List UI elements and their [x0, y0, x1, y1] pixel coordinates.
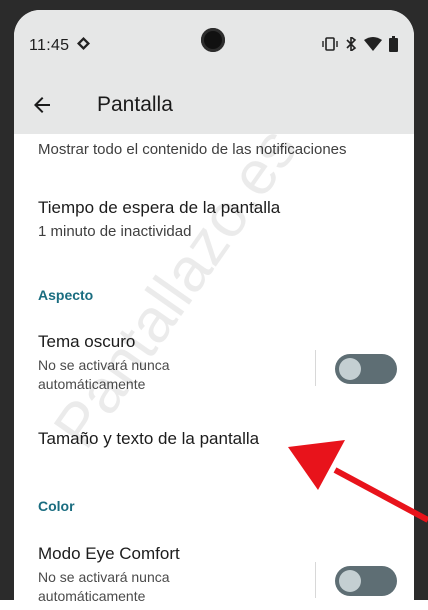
- dark-theme-toggle[interactable]: [335, 354, 397, 384]
- bluetooth-icon: [346, 37, 357, 51]
- notifications-item-title-cut: [38, 126, 208, 138]
- section-header-color: Color: [38, 498, 75, 514]
- back-arrow-icon[interactable]: [30, 93, 54, 117]
- status-time: 11:45: [29, 37, 70, 54]
- eye-comfort-subtitle: No se activará nunca automáticamente: [38, 569, 170, 604]
- text-size-title: Tamaño y texto de la pantalla: [38, 429, 260, 448]
- dark-theme-toggle-knob: [339, 358, 361, 380]
- battery-icon: [389, 36, 398, 52]
- eye-comfort-divider: [315, 562, 316, 598]
- eye-comfort-toggle-knob: [339, 570, 361, 592]
- screen-timeout-item[interactable]: Tiempo de espera de la pantalla 1 minuto…: [38, 198, 388, 241]
- status-icons: [322, 36, 398, 52]
- dark-theme-title: Tema oscuro: [38, 332, 136, 351]
- status-bar: 11:45: [14, 10, 414, 76]
- text-size-item[interactable]: Tamaño y texto de la pantalla: [38, 429, 388, 449]
- screen-timeout-subtitle: 1 minuto de inactividad: [38, 223, 192, 240]
- dark-theme-subtitle: No se activará nunca automáticamente: [38, 357, 170, 392]
- vibrate-icon: [322, 37, 338, 51]
- eye-comfort-title: Modo Eye Comfort: [38, 544, 180, 563]
- screen-timeout-title: Tiempo de espera de la pantalla: [38, 198, 281, 217]
- notifications-item[interactable]: Mostrar todo el contenido de las notific…: [38, 140, 388, 159]
- nfc-icon: [77, 37, 90, 50]
- dark-theme-divider: [315, 350, 316, 386]
- dark-theme-item[interactable]: Tema oscuro No se activará nunca automát…: [38, 332, 238, 394]
- page-title: Pantalla: [97, 93, 173, 116]
- notifications-item-subtitle: Mostrar todo el contenido de las notific…: [38, 141, 347, 158]
- screen: 11:45 Pantalla Mostrar todo el contenido…: [14, 10, 414, 610]
- eye-comfort-item[interactable]: Modo Eye Comfort No se activará nunca au…: [38, 544, 238, 606]
- front-camera: [201, 28, 225, 52]
- settings-list: Mostrar todo el contenido de las notific…: [14, 134, 414, 610]
- eye-comfort-toggle[interactable]: [335, 566, 397, 596]
- wifi-icon: [364, 37, 382, 51]
- section-header-aspect: Aspecto: [38, 287, 94, 303]
